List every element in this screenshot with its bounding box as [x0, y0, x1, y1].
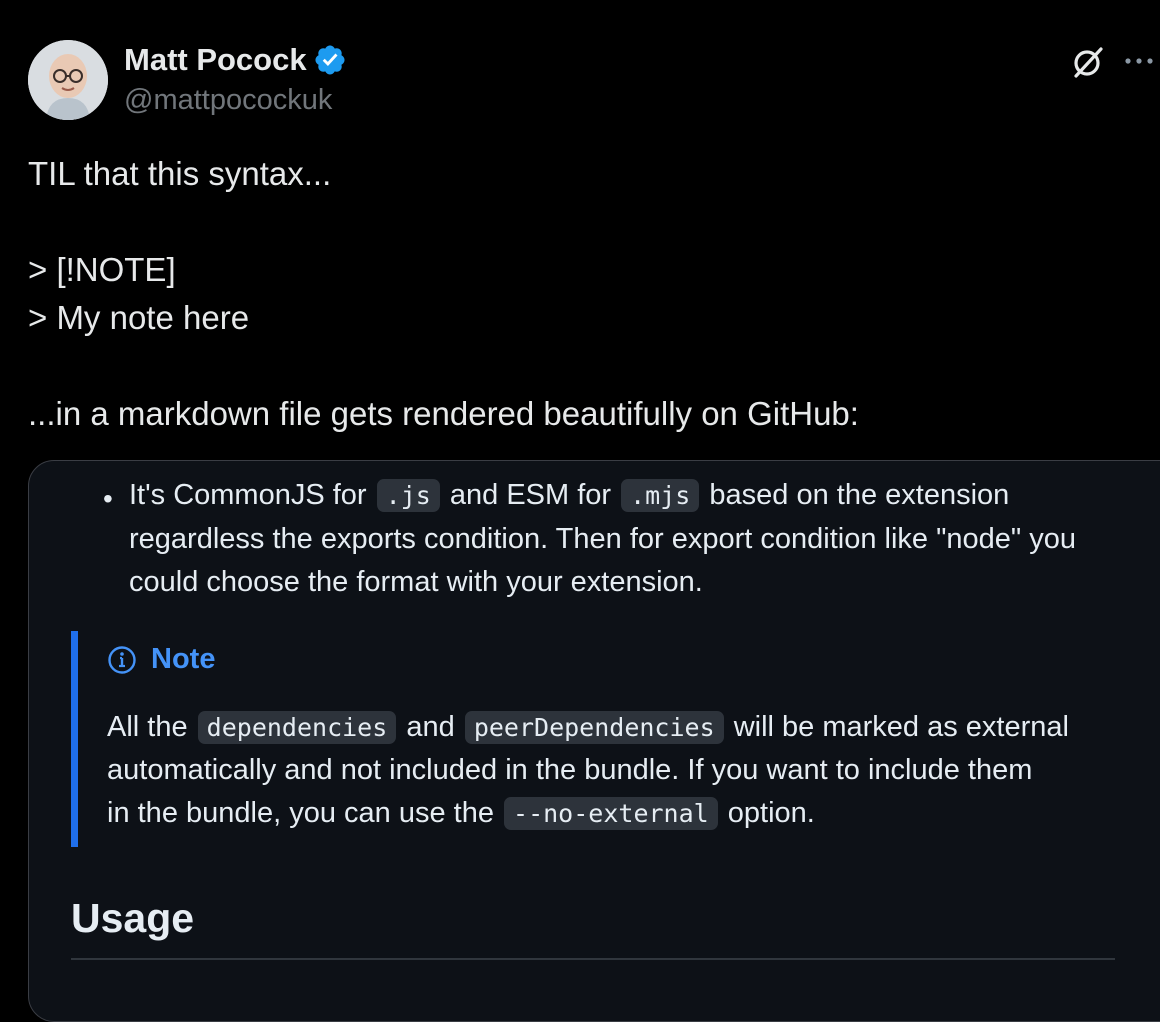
- heading-divider: [71, 958, 1115, 960]
- note-line-3: in the bundle, you can use the --no-exte…: [107, 791, 815, 836]
- note-text: option.: [727, 797, 815, 829]
- note-text: All the: [107, 711, 188, 743]
- note-accent-bar: [71, 631, 78, 847]
- note-text: in the bundle, you can use the: [107, 797, 494, 829]
- verified-badge-icon: [313, 43, 347, 77]
- note-line-1: All the dependencies and peerDependencie…: [107, 705, 1069, 750]
- author-name[interactable]: Matt Pocock: [124, 42, 347, 78]
- tweet-media-image[interactable]: • It's CommonJS for .js and ESM for .mjs…: [28, 460, 1160, 1022]
- author-name-text: Matt Pocock: [124, 42, 307, 77]
- grok-icon[interactable]: [1070, 44, 1106, 80]
- bullet-text: and ESM for: [449, 479, 612, 511]
- note-title: Note: [107, 643, 215, 676]
- bullet-line-3: could choose the format with your extens…: [129, 566, 703, 598]
- note-line-2: automatically and not included in the bu…: [107, 754, 1033, 786]
- bullet-line-1: It's CommonJS for .js and ESM for .mjs b…: [129, 473, 1009, 518]
- tweet-text: TIL that this syntax... > [!NOTE] > My n…: [28, 155, 859, 432]
- inline-code: peerDependencies: [464, 711, 724, 744]
- note-text: and: [406, 711, 455, 743]
- inline-code: .mjs: [621, 479, 700, 512]
- bullet-text: It's CommonJS for: [129, 479, 367, 511]
- inline-code: dependencies: [197, 711, 397, 744]
- bullet-text: based on the extension: [709, 479, 1010, 511]
- more-icon[interactable]: [1124, 56, 1154, 66]
- info-circle-icon: [108, 645, 136, 674]
- note-text: will be marked as external: [733, 711, 1069, 743]
- author-handle[interactable]: @mattpocockuk: [124, 84, 332, 117]
- inline-code: --no-external: [504, 797, 718, 830]
- inline-code: .js: [376, 479, 440, 512]
- bullet-point: •: [103, 483, 113, 514]
- usage-heading: Usage: [71, 895, 195, 941]
- avatar-image: [28, 40, 108, 120]
- avatar[interactable]: [28, 40, 108, 120]
- bullet-line-2: regardless the exports condition. Then f…: [129, 523, 1077, 555]
- note-title-text: Note: [151, 643, 216, 675]
